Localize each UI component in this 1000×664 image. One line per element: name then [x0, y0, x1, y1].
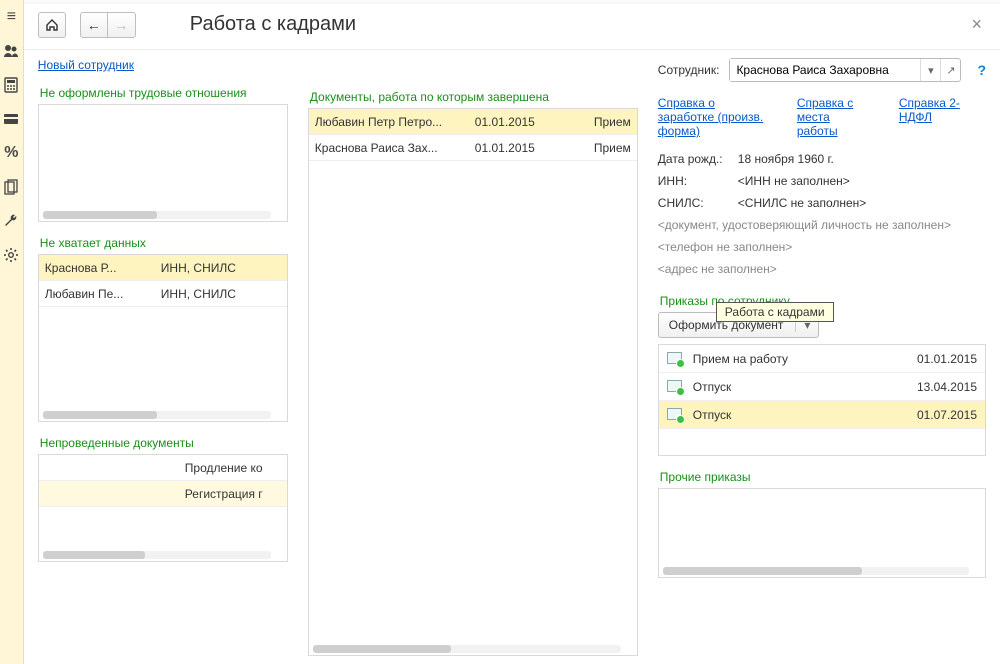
forward-button: →	[108, 12, 136, 38]
order-row[interactable]: Отпуск 13.04.2015	[659, 373, 985, 401]
snils-value: <СНИЛС не заполнен>	[738, 196, 867, 210]
missing-data-box: Краснова Р...ИНН, СНИЛСЛюбавин Пе...ИНН,…	[38, 254, 288, 422]
back-button[interactable]: ←	[80, 12, 108, 38]
calculator-icon[interactable]	[2, 76, 20, 94]
order-title: Отпуск	[693, 408, 907, 422]
employee-selector[interactable]: ▾ ↗	[729, 58, 961, 82]
help-icon[interactable]: ?	[977, 62, 986, 78]
cell-name: Любавин Пе...	[45, 287, 155, 301]
menu-icon[interactable]: ≡	[2, 8, 20, 26]
close-button[interactable]: ×	[967, 14, 986, 35]
doc-id-placeholder: <документ, удостоверяющий личность не за…	[658, 218, 986, 232]
table-row[interactable]: Краснова Р...ИНН, СНИЛС	[39, 255, 287, 281]
address-placeholder: <адрес не заполнен>	[658, 262, 986, 276]
cell-fields: ИНН, СНИЛС	[155, 261, 281, 275]
home-button[interactable]	[38, 12, 66, 38]
people-icon[interactable]	[2, 42, 20, 60]
gear-icon[interactable]	[2, 246, 20, 264]
tooltip: Работа с кадрами	[716, 302, 834, 322]
completed-docs-header: Документы, работа по которым завершена	[310, 90, 638, 104]
cell-date: 01.01.2015	[475, 115, 565, 129]
copy-icon[interactable]	[2, 178, 20, 196]
scrollbar[interactable]	[43, 411, 271, 419]
work-cert-link[interactable]: Справка с места работы	[797, 96, 871, 138]
order-row[interactable]: Прием на работу 01.01.2015	[659, 345, 985, 373]
other-orders-header: Прочие приказы	[660, 470, 986, 484]
no-relations-header: Не оформлены трудовые отношения	[40, 86, 288, 100]
employee-input[interactable]	[730, 59, 920, 81]
snils-label: СНИЛС:	[658, 196, 738, 210]
no-relations-box[interactable]	[38, 104, 288, 222]
order-date: 01.01.2015	[917, 352, 977, 366]
other-orders-box[interactable]	[658, 488, 986, 578]
cell-name: Краснова Раиса Зах...	[315, 141, 475, 155]
scrollbar[interactable]	[313, 645, 621, 653]
cell: Продление ко	[185, 461, 281, 475]
inn-label: ИНН:	[658, 174, 738, 188]
wrench-icon[interactable]	[2, 212, 20, 230]
unposted-header: Непроведенные документы	[40, 436, 288, 450]
cell-name: Краснова Р...	[45, 261, 155, 275]
salary-cert-link[interactable]: Справка о заработке (произв. форма)	[658, 96, 769, 138]
ndfl-link[interactable]: Справка 2-НДФЛ	[899, 96, 986, 138]
order-title: Прием на работу	[693, 352, 907, 366]
cell-type: Прием	[565, 115, 631, 129]
completed-docs-box: Любавин Петр Петро...01.01.2015ПриемКрас…	[308, 108, 638, 656]
cell-name: Любавин Петр Петро...	[315, 115, 475, 129]
table-row[interactable]: Продление ко	[39, 455, 287, 481]
document-icon	[667, 352, 683, 366]
cell-date: 01.01.2015	[475, 141, 565, 155]
document-icon	[667, 408, 683, 422]
order-date: 13.04.2015	[917, 380, 977, 394]
order-row[interactable]: Отпуск 01.07.2015	[659, 401, 985, 429]
missing-data-header: Не хватает данных	[40, 236, 288, 250]
table-row[interactable]: Любавин Петр Петро...01.01.2015Прием	[309, 109, 637, 135]
dropdown-button[interactable]: ▾	[920, 59, 940, 81]
titlebar: ← → Работа с кадрами ×	[24, 0, 1000, 50]
page-title: Работа с кадрами	[190, 13, 356, 36]
order-date: 01.07.2015	[917, 408, 977, 422]
new-employee-link[interactable]: Новый сотрудник	[38, 58, 288, 72]
phone-placeholder: <телефон не заполнен>	[658, 240, 986, 254]
scrollbar[interactable]	[663, 567, 969, 575]
cell-type: Прием	[565, 141, 631, 155]
table-row[interactable]: Любавин Пе...ИНН, СНИЛС	[39, 281, 287, 307]
left-icon-rail: ≡ %	[0, 0, 24, 664]
unposted-box: Продление ко Регистрация г	[38, 454, 288, 562]
inn-value: <ИНН не заполнен>	[738, 174, 850, 188]
table-row[interactable]: Регистрация г	[39, 481, 287, 507]
orders-list: Прием на работу 01.01.2015 Отпуск 13.04.201…	[658, 344, 986, 456]
document-icon	[667, 380, 683, 394]
percent-icon[interactable]: %	[2, 144, 20, 162]
employee-label: Сотрудник:	[658, 63, 720, 77]
scrollbar[interactable]	[43, 551, 271, 559]
cell: Регистрация г	[185, 487, 281, 501]
table-row[interactable]: Краснова Раиса Зах...01.01.2015Прием	[309, 135, 637, 161]
scrollbar[interactable]	[43, 211, 271, 219]
dob-value: 18 ноября 1960 г.	[738, 152, 834, 166]
dob-label: Дата рожд.:	[658, 152, 738, 166]
open-button[interactable]: ↗	[940, 59, 960, 81]
card-icon[interactable]	[2, 110, 20, 128]
order-title: Отпуск	[693, 380, 907, 394]
cell-fields: ИНН, СНИЛС	[155, 287, 281, 301]
